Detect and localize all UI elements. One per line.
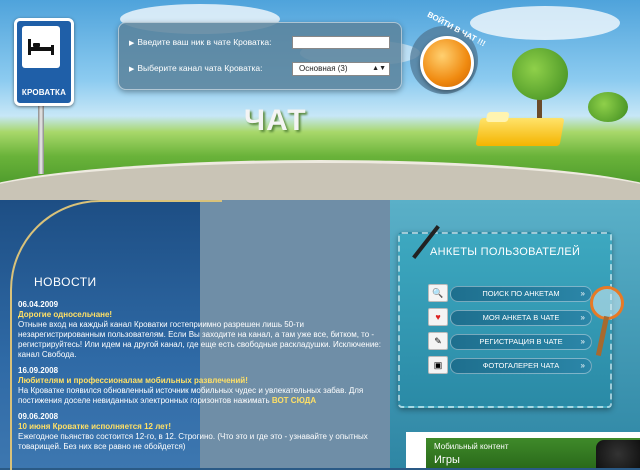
enter-chat-button[interactable]	[420, 36, 474, 90]
news-list: 06.04.2009 Дорогие односельчане! Отныне …	[18, 300, 386, 458]
menu-item-search-profiles[interactable]: ПОИСК ПО АНКЕТАМ»	[450, 286, 592, 302]
channel-label: ▶ Выберите канал чата Кроватка:	[129, 63, 263, 73]
news-title: Дорогие односельчане!	[18, 310, 113, 319]
bush	[588, 92, 628, 122]
channel-select[interactable]: Основная (3) ▲▼	[292, 62, 390, 76]
heart-icon: ♥	[428, 308, 448, 326]
nickname-label: ▶ Введите ваш ник в чате Кроватка:	[129, 37, 272, 47]
logo-label: КРОВАТКА	[21, 88, 67, 97]
form-icon: ✎	[428, 332, 448, 350]
profiles-title: АНКЕТЫ ПОЛЬЗОВАТЕЛЕЙ	[430, 246, 581, 258]
logo-sign[interactable]: КРОВАТКА	[14, 18, 74, 106]
cloud	[470, 6, 620, 40]
car-image	[596, 440, 640, 468]
menu-item-my-profile[interactable]: МОЯ АНКЕТА В ЧАТЕ»	[450, 310, 592, 326]
nickname-input[interactable]	[292, 36, 390, 49]
chevron-right-icon: »	[580, 313, 585, 322]
chevron-right-icon: »	[580, 289, 585, 298]
news-body: Ежегодное пьянство состоится 12-го, в 12…	[18, 432, 368, 451]
news-item: 16.09.2008 Любителям и профессионалам мо…	[18, 366, 386, 406]
magnifier-icon	[590, 286, 624, 320]
news-link[interactable]: ВОТ СЮДА	[272, 396, 316, 405]
news-body: Отныне вход на каждый канал Кроватки гос…	[18, 320, 381, 359]
mobile-title: Игры	[434, 454, 460, 466]
news-body: На Кроватке появился обновленный источни…	[18, 386, 364, 405]
bed-icon	[22, 26, 60, 68]
news-date: 06.04.2009	[18, 300, 59, 309]
news-title: Любителям и профессионалам мобильных раз…	[18, 376, 248, 385]
bed-image	[475, 112, 565, 146]
chevron-right-icon: »	[580, 361, 585, 370]
menu-item-photo-gallery[interactable]: ФОТОГАЛЕРЕЯ ЧАТА»	[450, 358, 592, 374]
mobile-label: Мобильный контент	[434, 442, 509, 451]
menu-item-registration[interactable]: РЕГИСТРАЦИЯ В ЧАТЕ»	[450, 334, 592, 350]
dropdown-arrow-icon: ▲▼	[372, 65, 386, 72]
tree	[512, 48, 568, 100]
search-icon: 🔍	[428, 284, 448, 302]
news-heading: НОВОСТИ	[34, 275, 97, 289]
photo-icon: ▣	[428, 356, 448, 374]
news-title: 10 июня Кроватке исполняется 12 лет!	[18, 422, 172, 431]
news-date: 09.06.2008	[18, 412, 59, 421]
hero-title: ЧАТ	[244, 104, 307, 137]
news-date: 16.09.2008	[18, 366, 59, 375]
news-item: 06.04.2009 Дорогие односельчане! Отныне …	[18, 300, 386, 360]
chevron-right-icon: »	[580, 337, 585, 346]
sign-pole	[38, 104, 44, 174]
login-panel: ▶ Введите ваш ник в чате Кроватка: ▶ Выбер…	[118, 22, 402, 90]
road	[0, 160, 640, 200]
news-item: 09.06.2008 10 июня Кроватке исполняется …	[18, 412, 386, 452]
